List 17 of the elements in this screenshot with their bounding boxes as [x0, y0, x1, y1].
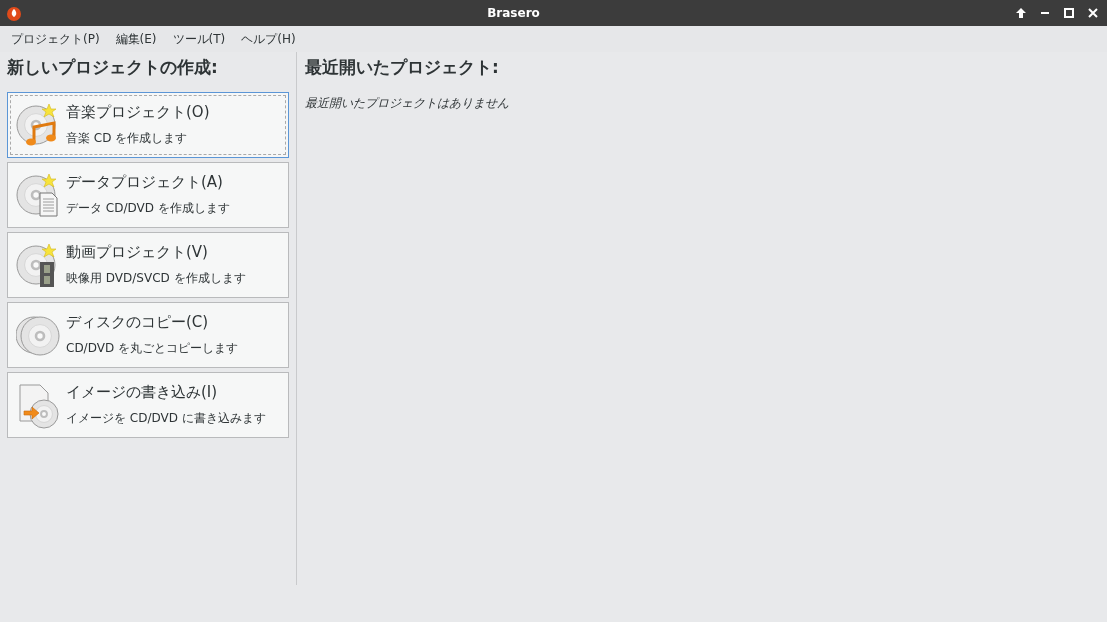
flame-icon: [6, 5, 22, 21]
project-button[interactable]: 動画プロジェクト(V) 映像用 DVD/SVCD を作成します: [7, 232, 289, 298]
menu-item[interactable]: ヘルプ(H): [234, 27, 303, 51]
data-disc-icon: [16, 171, 60, 219]
project-button[interactable]: データプロジェクト(A) データ CD/DVD を作成します: [7, 162, 289, 228]
menu-item[interactable]: プロジェクト(P): [4, 27, 107, 51]
menu-item[interactable]: 編集(E): [108, 27, 164, 51]
empty-message: 最近開いたプロジェクトはありません: [305, 96, 509, 110]
maximize-icon[interactable]: [1061, 5, 1077, 21]
image-disc-icon: [16, 381, 60, 429]
project-button[interactable]: 音楽プロジェクト(O) 音楽 CD を作成します: [7, 92, 289, 158]
menu-item[interactable]: ツール(T): [165, 27, 233, 51]
project-button[interactable]: ディスクのコピー(C) CD/DVD を丸ごとコピーします: [7, 302, 289, 368]
project-button[interactable]: イメージの書き込み(I) イメージを CD/DVD に書き込みます: [7, 372, 289, 438]
section-heading: 新しいプロジェクトの作成:: [7, 56, 219, 79]
section-heading: 最近開いたプロジェクト:: [305, 56, 500, 79]
window-title: Brasero: [486, 6, 541, 20]
